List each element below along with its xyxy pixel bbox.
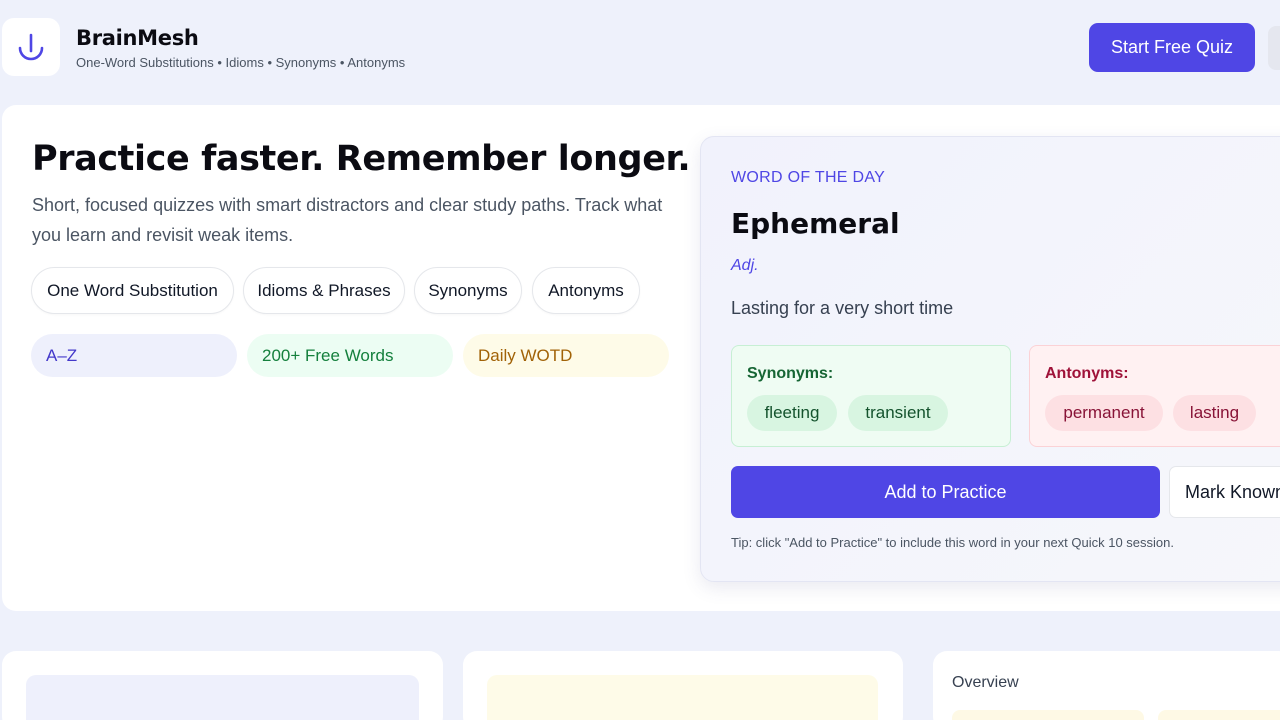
synonyms-title: Synonyms:	[747, 365, 834, 382]
hero-title: Practice faster. Remember longer.	[32, 139, 691, 179]
badge-a-z: A–Z	[31, 334, 237, 377]
hero-description: Short, focused quizzes with smart distra…	[32, 195, 663, 245]
add-to-practice-button[interactable]: Add to Practice	[731, 466, 1160, 518]
synonym-tag[interactable]: transient	[848, 395, 948, 431]
category-chip-synonyms[interactable]: Synonyms	[414, 267, 522, 314]
antonym-tag[interactable]: lasting	[1173, 395, 1256, 431]
category-chip-one-word-substitution[interactable]: One Word Substitution	[31, 267, 234, 314]
wotd-word: Ephemeral	[731, 207, 900, 240]
top-header: BrainMesh One-Word Substitutions • Idiom…	[0, 0, 1280, 100]
header-secondary-button[interactable]	[1268, 26, 1280, 70]
mark-known-button[interactable]: Mark Known	[1169, 466, 1280, 518]
brand-tagline: One-Word Substitutions • Idioms • Synony…	[76, 55, 406, 70]
wotd-part-of-speech: Adj.	[731, 257, 759, 274]
category-chip-idioms-phrases[interactable]: Idioms & Phrases	[243, 267, 405, 314]
overview-title: Overview	[952, 674, 1019, 691]
brand-logo[interactable]	[2, 18, 60, 76]
synonyms-box: Synonyms: fleeting transient	[731, 345, 1011, 447]
overview-stat-1	[952, 710, 1144, 720]
wotd-definition: Lasting for a very short time	[731, 298, 954, 318]
antonyms-box: Antonyms: permanent lasting	[1029, 345, 1280, 447]
overview-stat-2	[1158, 710, 1280, 720]
feature-card-2-panel	[487, 675, 878, 720]
synonym-tag[interactable]: fleeting	[747, 395, 837, 431]
antonyms-title: Antonyms:	[1045, 365, 1129, 382]
start-free-quiz-button[interactable]: Start Free Quiz	[1089, 23, 1255, 72]
badge-free-words: 200+ Free Words	[247, 334, 453, 377]
badge-daily-wotd: Daily WOTD	[463, 334, 669, 377]
brand-name: BrainMesh	[76, 26, 199, 50]
anchor-hook-icon	[18, 33, 44, 61]
wotd-tip: Tip: click "Add to Practice" to include …	[731, 535, 1174, 550]
feature-card-1-panel	[26, 675, 419, 720]
category-chip-antonyms[interactable]: Antonyms	[532, 267, 640, 314]
antonym-tag[interactable]: permanent	[1045, 395, 1163, 431]
wotd-label: WORD OF THE DAY	[731, 169, 886, 186]
